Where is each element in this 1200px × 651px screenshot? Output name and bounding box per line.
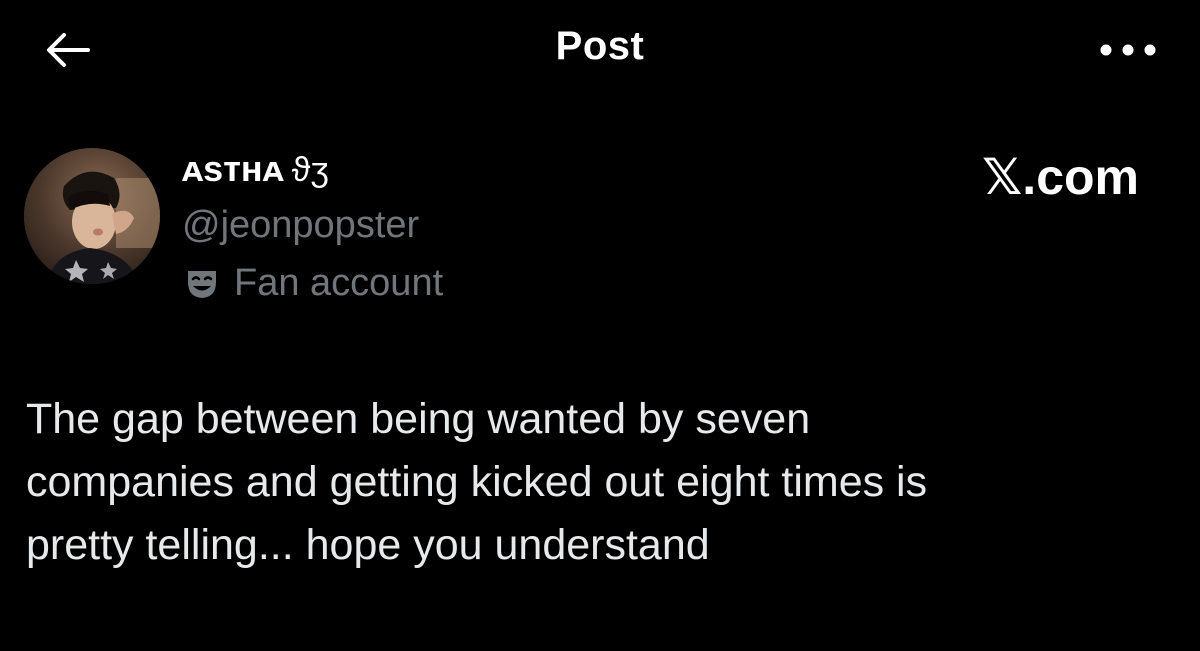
- more-horizontal-icon: [1100, 44, 1156, 56]
- avatar[interactable]: [24, 148, 160, 284]
- watermark-text: .com: [1022, 149, 1139, 205]
- post-text: The gap between being wanted by seven co…: [26, 395, 928, 569]
- display-name-text: ᴀsᴛʜᴀ: [182, 148, 284, 189]
- more-options-button[interactable]: [1090, 28, 1166, 72]
- page-title: Post: [555, 24, 645, 68]
- author-display-name[interactable]: ᴀsᴛʜᴀ ϑʒ: [182, 148, 329, 190]
- x-com-watermark: 𝕏 .com: [982, 148, 1139, 206]
- x-logo-icon: 𝕏: [982, 149, 1023, 205]
- display-name-symbol: ϑʒ: [291, 151, 329, 189]
- account-label-text: Fan account: [234, 262, 444, 304]
- author-handle[interactable]: @jeonpopster: [182, 204, 419, 247]
- post-header: Post: [0, 0, 1200, 100]
- theater-mask-icon: [188, 270, 216, 298]
- account-label: Fan account: [184, 262, 443, 305]
- avatar-photo: [24, 148, 160, 284]
